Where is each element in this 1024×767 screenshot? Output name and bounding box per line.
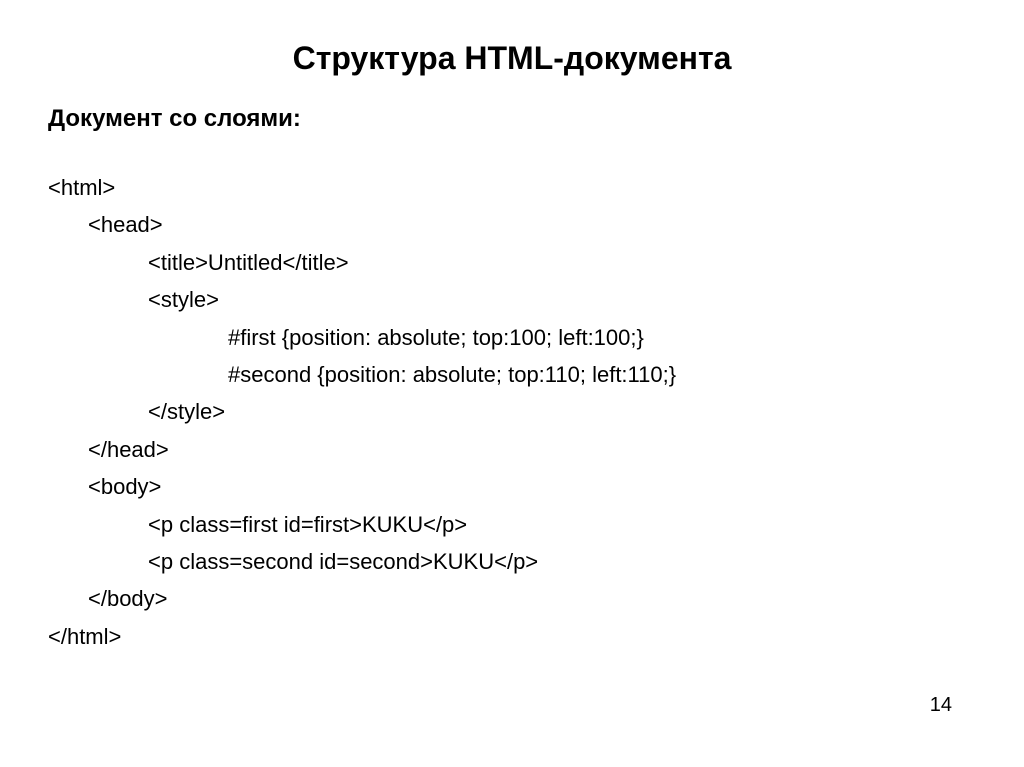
slide-title: Структура HTML-документа <box>48 40 976 77</box>
code-line: </head> <box>48 431 976 468</box>
code-line: #second {position: absolute; top:110; le… <box>48 356 976 393</box>
page-number: 14 <box>930 694 952 717</box>
code-line: </html> <box>48 618 976 655</box>
code-line: <head> <box>48 206 976 243</box>
code-block: <html> <head> <title>Untitled</title> <s… <box>48 169 976 655</box>
code-line: <html> <box>48 169 976 206</box>
code-line: <body> <box>48 468 976 505</box>
code-line: </body> <box>48 580 976 617</box>
slide-subtitle: Документ со слоями: <box>48 105 976 133</box>
code-line: </style> <box>48 393 976 430</box>
code-line: #first {position: absolute; top:100; lef… <box>48 319 976 356</box>
code-line: <title>Untitled</title> <box>48 244 976 281</box>
code-line: <p class=first id=first>KUKU</p> <box>48 506 976 543</box>
code-line: <style> <box>48 281 976 318</box>
code-line: <p class=second id=second>KUKU</p> <box>48 543 976 580</box>
